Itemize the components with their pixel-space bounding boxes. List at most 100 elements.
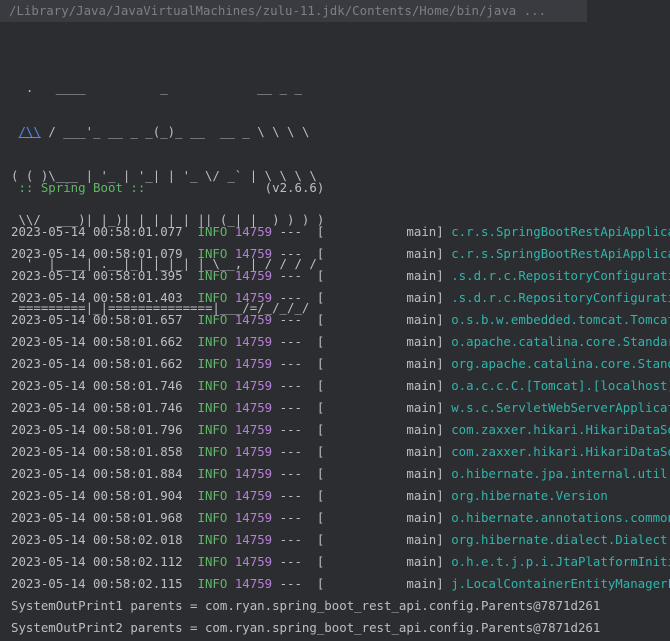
log-separator (272, 290, 279, 305)
log-row: 2023-05-14 00:58:01.657 INFO 14759 --- [… (11, 309, 670, 331)
log-timestamp: 2023-05-14 00:58:02.115 (11, 576, 183, 591)
log-separator (183, 312, 198, 327)
log-separator (227, 532, 234, 547)
log-separator (183, 466, 198, 481)
log-level: INFO (197, 554, 228, 569)
log-logger[interactable]: o.h.e.t.j.p.i.JtaPlatformInitiator (451, 554, 670, 569)
log-timestamp: 2023-05-14 00:58:02.018 (11, 532, 183, 547)
log-logger[interactable]: org.hibernate.Version (451, 488, 608, 503)
log-row: 2023-05-14 00:58:01.746 INFO 14759 --- [… (11, 397, 670, 419)
log-thread: --- [ main] (279, 466, 444, 481)
log-timestamp: 2023-05-14 00:58:01.662 (11, 356, 183, 371)
log-separator (183, 576, 198, 591)
log-thread: --- [ main] (279, 422, 444, 437)
log-pid: 14759 (234, 246, 273, 261)
log-separator (227, 246, 234, 261)
log-logger[interactable]: o.a.c.c.C.[Tomcat].[localhost].[/] (451, 378, 670, 393)
log-logger[interactable]: o.hibernate.annotations.common.Version (451, 510, 670, 525)
log-pid: 14759 (234, 422, 273, 437)
log-thread: --- [ main] (279, 224, 444, 239)
log-separator (272, 246, 279, 261)
log-timestamp: 2023-05-14 00:58:01.403 (11, 290, 183, 305)
log-separator (183, 356, 198, 371)
log-separator (272, 488, 279, 503)
log-pid: 14759 (234, 312, 273, 327)
log-logger[interactable]: com.zaxxer.hikari.HikariDataSource (451, 444, 670, 459)
log-timestamp: 2023-05-14 00:58:01.746 (11, 378, 183, 393)
log-logger[interactable]: o.apache.catalina.core.StandardService (451, 334, 670, 349)
spring-boot-label: :: Spring Boot :: (11, 180, 153, 195)
log-timestamp: 2023-05-14 00:58:01.662 (11, 334, 183, 349)
log-logger[interactable]: c.r.s.SpringBootRestApiApplication (451, 246, 670, 261)
log-thread: --- [ main] (279, 532, 444, 547)
log-pid: 14759 (234, 554, 273, 569)
log-pid: 14759 (234, 400, 273, 415)
log-separator (183, 246, 198, 261)
log-separator (183, 268, 198, 283)
log-thread: --- [ main] (279, 290, 444, 305)
log-level: INFO (197, 400, 228, 415)
log-logger[interactable]: j.LocalContainerEntityManagerFactoryBean (451, 576, 670, 591)
log-separator (227, 334, 234, 349)
log-timestamp: 2023-05-14 00:58:01.746 (11, 400, 183, 415)
log-row: 2023-05-14 00:58:02.018 INFO 14759 --- [… (11, 529, 670, 551)
log-row: 2023-05-14 00:58:01.904 INFO 14759 --- [… (11, 485, 670, 507)
log-row: 2023-05-14 00:58:01.884 INFO 14759 --- [… (11, 463, 670, 485)
log-logger[interactable]: o.s.b.w.embedded.tomcat.TomcatWebServer (451, 312, 670, 327)
log-separator (183, 488, 198, 503)
stdout-line: SystemOutPrint1 parents = com.ryan.sprin… (11, 598, 601, 613)
log-timestamp: 2023-05-14 00:58:01.079 (11, 246, 183, 261)
log-level: INFO (197, 312, 228, 327)
log-separator (272, 510, 279, 525)
log-logger[interactable]: w.s.c.ServletWebServerApplicationContext (451, 400, 670, 415)
banner-line-2-rest: / ___'_ __ _ _(_)_ __ __ _ \ \ \ \ (40, 124, 310, 139)
spring-boot-version-line: :: Spring Boot :: (v2.6.6) (11, 177, 324, 199)
spring-boot-version: (v2.6.6) (257, 180, 325, 195)
log-separator (227, 312, 234, 327)
log-level: INFO (197, 290, 228, 305)
log-logger[interactable]: c.r.s.SpringBootRestApiApplication (451, 224, 670, 239)
log-row: 2023-05-14 00:58:01.796 INFO 14759 --- [… (11, 419, 670, 441)
log-logger[interactable]: org.hibernate.dialect.Dialect (451, 532, 667, 547)
log-rows: 2023-05-14 00:58:01.077 INFO 14759 --- [… (11, 221, 670, 595)
log-thread: --- [ main] (279, 554, 444, 569)
log-separator (183, 400, 198, 415)
log-timestamp: 2023-05-14 00:58:01.395 (11, 268, 183, 283)
log-separator (227, 422, 234, 437)
log-pid: 14759 (234, 334, 273, 349)
log-pid: 14759 (234, 268, 273, 283)
log-separator (183, 510, 198, 525)
log-logger[interactable]: o.hibernate.jpa.internal.util.LogHelper (451, 466, 670, 481)
log-logger[interactable]: .s.d.r.c.RepositoryConfigurationDelegate (451, 268, 670, 283)
log-thread: --- [ main] (279, 488, 444, 503)
stdout-rows: SystemOutPrint1 parents = com.ryan.sprin… (11, 595, 670, 639)
log-timestamp: 2023-05-14 00:58:01.884 (11, 466, 183, 481)
spring-boot-padding (153, 180, 257, 195)
banner-link[interactable]: /\\ (18, 124, 40, 139)
log-row: 2023-05-14 00:58:01.662 INFO 14759 --- [… (11, 331, 670, 353)
log-thread: --- [ main] (279, 400, 444, 415)
log-separator (227, 444, 234, 459)
log-separator (183, 532, 198, 547)
log-level: INFO (197, 488, 228, 503)
log-row: 2023-05-14 00:58:01.403 INFO 14759 --- [… (11, 287, 670, 309)
log-separator (227, 356, 234, 371)
log-row: 2023-05-14 00:58:01.662 INFO 14759 --- [… (11, 353, 670, 375)
command-line: /Library/Java/JavaVirtualMachines/zulu-1… (0, 0, 587, 22)
log-timestamp: 2023-05-14 00:58:01.968 (11, 510, 183, 525)
console-log[interactable]: 2023-05-14 00:58:01.077 INFO 14759 --- [… (11, 221, 670, 639)
log-logger[interactable]: org.apache.catalina.core.StandardEngine (451, 356, 670, 371)
log-separator (183, 224, 198, 239)
banner-line-1: . ____ _ __ _ _ (11, 80, 302, 95)
log-row: 2023-05-14 00:58:02.115 INFO 14759 --- [… (11, 573, 670, 595)
log-row: 2023-05-14 00:58:02.112 INFO 14759 --- [… (11, 551, 670, 573)
log-pid: 14759 (234, 224, 273, 239)
log-separator (227, 268, 234, 283)
log-row: 2023-05-14 00:58:01.968 INFO 14759 --- [… (11, 507, 670, 529)
log-separator (183, 334, 198, 349)
log-pid: 14759 (234, 356, 273, 371)
log-level: INFO (197, 510, 228, 525)
log-timestamp: 2023-05-14 00:58:01.796 (11, 422, 183, 437)
log-logger[interactable]: com.zaxxer.hikari.HikariDataSource (451, 422, 670, 437)
log-logger[interactable]: .s.d.r.c.RepositoryConfigurationDelegate (451, 290, 670, 305)
